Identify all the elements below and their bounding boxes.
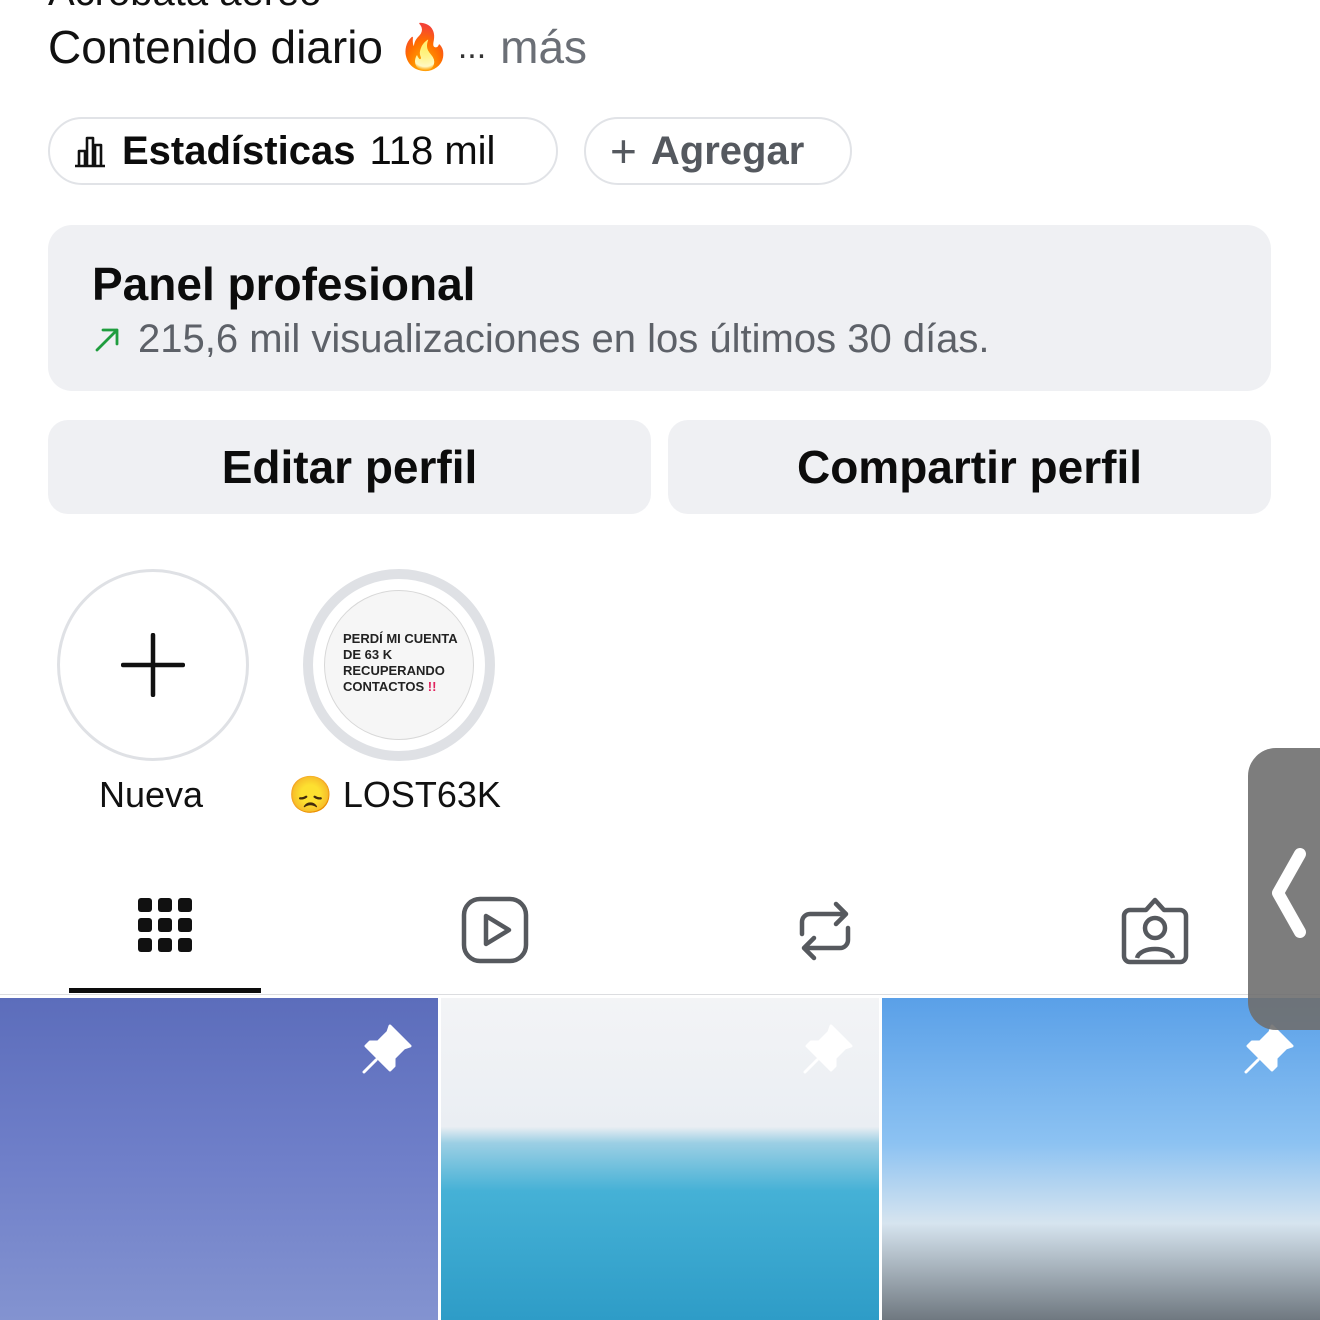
- plus-icon: [121, 633, 185, 697]
- add-pill[interactable]: + Agregar: [584, 117, 852, 185]
- tagged-person-icon[interactable]: [1120, 896, 1190, 966]
- highlight-cover-text: PERDÍ MI CUENTA DE 63 K RECUPERANDO CONT…: [343, 631, 473, 695]
- repost-icon[interactable]: [790, 896, 860, 966]
- dashboard-views-text: 215,6 mil visualizaciones en los últimos…: [138, 317, 990, 361]
- double-exclamation: !!: [427, 679, 437, 694]
- bio-line-partial: Acróbata aéreo: [48, 0, 322, 15]
- more-link[interactable]: más: [500, 20, 587, 74]
- highlight-lost63k[interactable]: PERDÍ MI CUENTA DE 63 K RECUPERANDO CONT…: [303, 569, 495, 761]
- professional-dashboard[interactable]: Panel profesional 215,6 mil visualizacio…: [48, 225, 1271, 391]
- pin-icon: [803, 1024, 853, 1074]
- fire-emoji: 🔥: [397, 23, 452, 72]
- reels-play-icon[interactable]: [460, 896, 530, 966]
- trend-up-arrow-icon: [95, 328, 119, 351]
- tabs-divider: [0, 994, 1320, 995]
- bio-line: Contenido diario 🔥 ... más: [48, 20, 587, 74]
- insights-label: Estadísticas: [122, 128, 356, 173]
- insights-value: 118 mil: [369, 128, 496, 173]
- dashboard-subtitle: 215,6 mil visualizaciones en los últimos…: [92, 317, 990, 362]
- plus-icon: +: [610, 125, 637, 177]
- grid-icon[interactable]: [130, 896, 200, 966]
- post-thumbnail[interactable]: [882, 998, 1320, 1320]
- add-label: Agregar: [650, 128, 805, 173]
- edit-profile-button[interactable]: Editar perfil: [48, 420, 651, 514]
- post-thumbnail[interactable]: [441, 998, 879, 1320]
- bio-text: Contenido diario: [48, 21, 384, 73]
- bar-chart-icon: [75, 136, 105, 168]
- cover-line: DE 63 K: [343, 647, 393, 662]
- side-panel-handle[interactable]: [1248, 748, 1320, 1030]
- highlight-lost63k-label: 😞 LOST63K: [288, 774, 501, 815]
- highlight-cover: PERDÍ MI CUENTA DE 63 K RECUPERANDO CONT…: [324, 590, 474, 740]
- insights-pill[interactable]: Estadísticas 118 mil: [48, 117, 558, 185]
- cover-line: PERDÍ MI CUENTA: [343, 631, 458, 646]
- new-highlight-button[interactable]: [57, 569, 249, 761]
- cover-line: RECUPERANDO: [343, 663, 445, 678]
- pin-icon: [362, 1024, 412, 1074]
- bio-ellipsis: ...: [457, 27, 487, 66]
- chevron-left-icon: [1272, 848, 1306, 938]
- new-highlight-label: Nueva: [99, 774, 204, 815]
- dashboard-title: Panel profesional: [92, 258, 476, 310]
- cover-line: CONTACTOS: [343, 679, 425, 694]
- post-thumbnail[interactable]: [0, 998, 438, 1320]
- share-profile-button[interactable]: Compartir perfil: [668, 420, 1271, 514]
- active-tab-indicator: [69, 988, 261, 993]
